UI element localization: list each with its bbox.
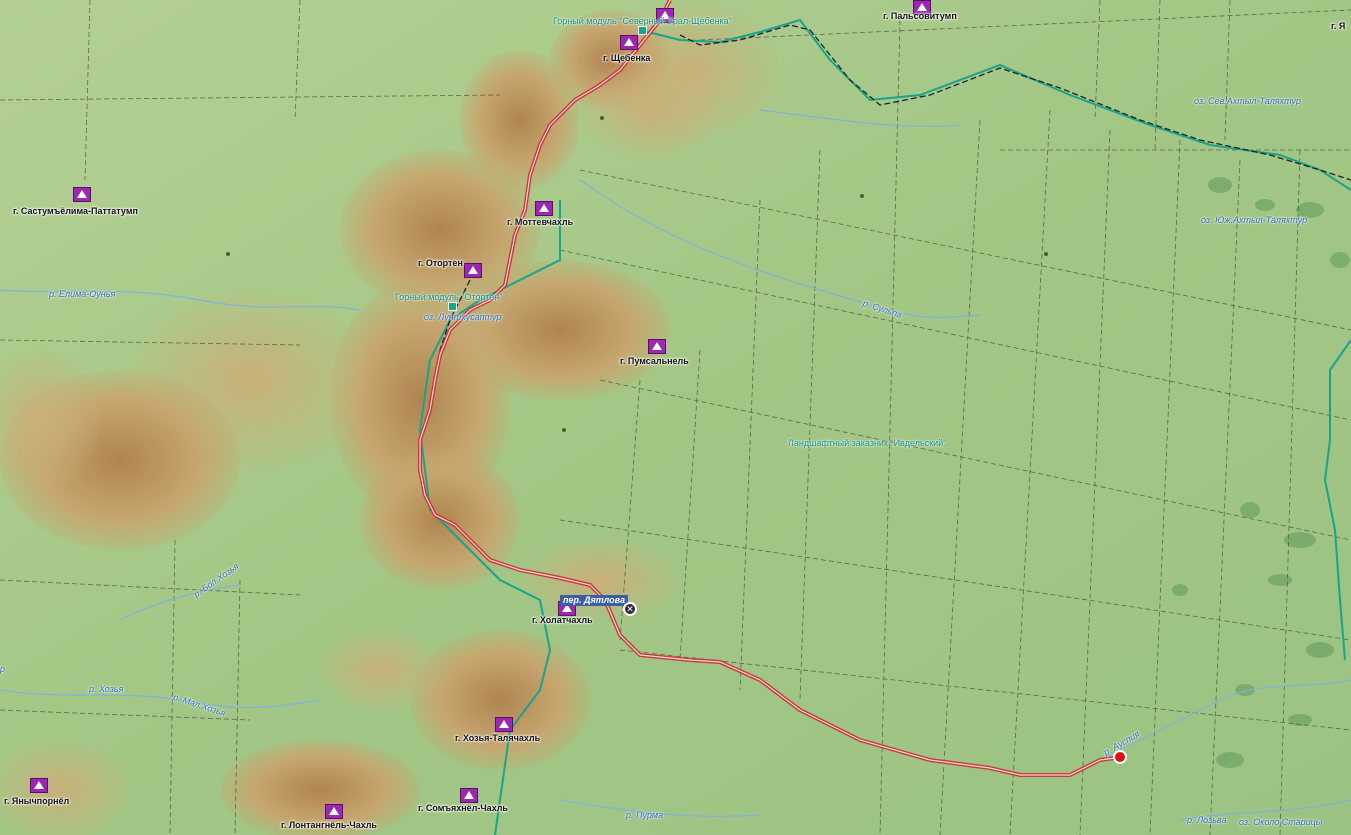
peak-pumsalnel-icon[interactable] bbox=[648, 339, 666, 354]
peak-yanychpornel-icon[interactable] bbox=[30, 778, 48, 793]
peak-kholatchakhl-label: г. Холатчахль bbox=[532, 615, 593, 625]
peak-somyakhnel-icon[interactable] bbox=[460, 788, 478, 803]
peak-shchebenka-icon[interactable] bbox=[620, 35, 638, 50]
peak-otorten-icon[interactable] bbox=[464, 263, 482, 278]
module-otorten-icon[interactable] bbox=[448, 302, 457, 311]
peak-sastumyelima-icon[interactable] bbox=[73, 187, 91, 202]
peak-yanychpornel-label: г. Янычпорнёл bbox=[4, 796, 70, 806]
map-marker-icon[interactable] bbox=[1113, 750, 1127, 764]
peak-ya-label: г. Я bbox=[1331, 21, 1346, 31]
lake-sev-akhtyl-label: оз. Сев.Ахтыл-Таляхтур bbox=[1194, 96, 1301, 106]
river-lozva-label: р. Лозьва bbox=[1187, 815, 1227, 825]
module-otorten-label: Горный модуль "Отортен" bbox=[395, 292, 503, 302]
peak-pumsalnel-label: г. Пумсальнель bbox=[620, 356, 689, 366]
dyatlov-pass-label: пер. Дятлова bbox=[560, 595, 628, 606]
lake-lunthusaptur-label: оз. Лунтхусаптур bbox=[424, 312, 502, 322]
peak-otorten-label: г. Отортен bbox=[418, 258, 463, 268]
peak-sastumyelima-label: г. Састумъёлима-Паттатумп bbox=[13, 206, 138, 216]
peak-palsovitump-label: г. Пальсовитумп bbox=[883, 11, 957, 21]
river-edge-label: р bbox=[0, 664, 6, 674]
peak-somyakhnel-label: г. Сомъяхнёл-Чахль bbox=[418, 803, 508, 813]
reserve-ivdelsky-label: Ландшафтный заказник "Ивдельский" bbox=[788, 438, 947, 448]
peak-lontangnel-label: г. Лонтангнёль-Чахль bbox=[281, 820, 377, 830]
peak-mottevchakhl-label: г. Моттевчахль bbox=[507, 217, 574, 227]
river-purma-label: р. Пурма bbox=[626, 810, 664, 820]
river-khozya-label: р. Хозья bbox=[89, 684, 124, 694]
lake-okolo-staritsy-label: оз. Около Старицы bbox=[1239, 817, 1323, 827]
peak-mottevchakhl-icon[interactable] bbox=[535, 201, 553, 216]
module-shchebenka-icon[interactable] bbox=[638, 26, 647, 35]
river-elima-ounya-label: р. Елима-Оунья bbox=[49, 289, 116, 299]
peak-lontangnel-icon[interactable] bbox=[325, 804, 343, 819]
peak-khozya-talyachakhl-label: г. Хозья-Талячахль bbox=[455, 733, 541, 743]
module-shchebenka-label: Горный модуль "Северный Урал-Щебенка" bbox=[553, 16, 732, 26]
peak-khozya-talyachakhl-icon[interactable] bbox=[495, 717, 513, 732]
peak-shchebenka-label: г. Щебенка bbox=[603, 53, 651, 63]
memorial-icon[interactable]: ✕ bbox=[623, 602, 637, 616]
lake-yuzh-akhtyl-label: оз. Юж.Ахтыл-Таляхтур bbox=[1201, 215, 1308, 225]
topographic-map[interactable]: г. Пальсовитумп г. Щебенка г. Састумъёли… bbox=[0, 0, 1351, 835]
